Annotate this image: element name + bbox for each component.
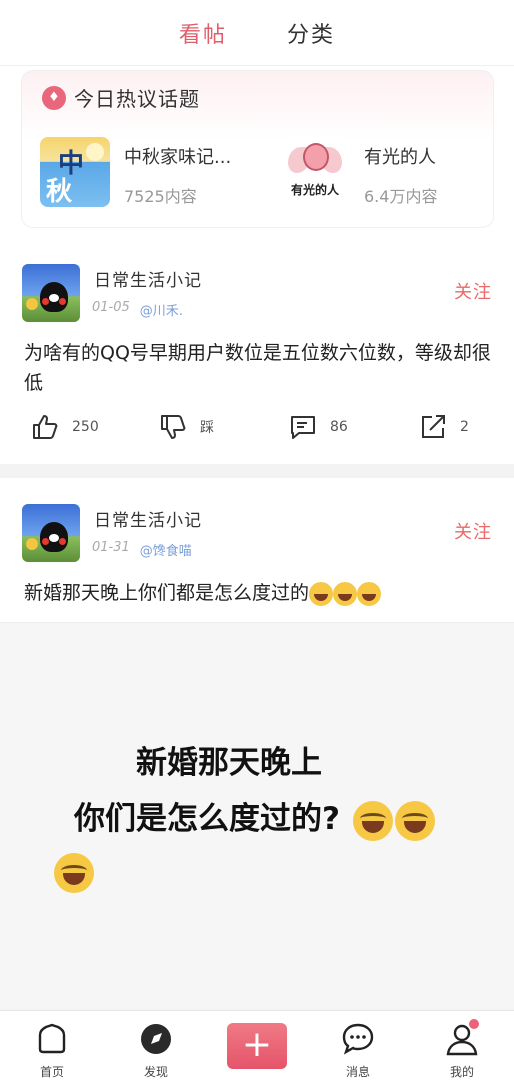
post-date: 01-31: [92, 540, 130, 555]
hot-topics-header: ♦ 今日热议话题: [42, 83, 200, 112]
laugh-cry-emoji-icon: [357, 581, 382, 606]
like-button[interactable]: 250: [30, 412, 99, 442]
post-date: 01-05: [92, 300, 130, 315]
follow-button[interactable]: 关注: [454, 278, 492, 304]
nav-label: 发现: [143, 1065, 168, 1079]
author-name[interactable]: 日常生活小记: [94, 506, 202, 531]
topic-thumbnail: 中 秋: [40, 137, 110, 207]
mention-link[interactable]: @馋食喵: [140, 540, 192, 559]
tab-posts[interactable]: 看帖: [179, 17, 227, 49]
post-text[interactable]: 新婚那天晚上你们都是怎么度过的: [24, 578, 494, 608]
image-emoji: [52, 853, 94, 893]
post-image[interactable]: 新婚那天晚上 你们是怎么度过的?: [0, 622, 514, 1010]
nav-label: 首页: [39, 1065, 64, 1079]
hot-topics-title: 今日热议话题: [74, 87, 200, 111]
laugh-cry-emoji-icon: [352, 800, 393, 841]
thumbs-down-icon: [161, 415, 186, 439]
laugh-cry-emoji-icon: [394, 800, 435, 841]
like-count: 250: [72, 419, 99, 435]
topic-count: 7525内容: [124, 187, 197, 206]
compass-icon: [141, 1024, 171, 1054]
laugh-cry-emoji-icon: [54, 853, 94, 893]
home-icon: [38, 1023, 66, 1054]
nav-discover[interactable]: 发现: [121, 1011, 191, 1080]
topic-item-mid-autumn[interactable]: 中 秋 中秋家味记... 7525内容: [40, 137, 231, 207]
post-text-content: 新婚那天晚上你们都是怎么度过的: [24, 582, 310, 604]
comment-count: 86: [330, 419, 348, 435]
image-caption-text: 你们是怎么度过的?: [74, 801, 340, 837]
topic-name: 中秋家味记...: [124, 147, 232, 168]
share-icon: [422, 415, 445, 438]
publish-button[interactable]: +: [227, 1023, 287, 1069]
notification-dot: [469, 1019, 479, 1029]
share-count: 2: [460, 419, 469, 435]
bear-icon: [40, 522, 68, 552]
thumb-text: 有光的人: [290, 183, 339, 197]
message-icon: [342, 1023, 374, 1055]
image-caption-line: 新婚那天晚上: [136, 745, 322, 781]
author-name[interactable]: 日常生活小记: [94, 266, 202, 291]
post-divider: [0, 464, 514, 478]
bear-icon: [40, 282, 68, 312]
nav-messages[interactable]: 消息: [323, 1011, 393, 1080]
moon-icon: [86, 143, 104, 161]
comment-button[interactable]: 86: [288, 412, 348, 442]
share-button[interactable]: 2: [418, 412, 469, 442]
nav-home[interactable]: 首页: [17, 1011, 87, 1080]
top-tab-bar: 看帖 分类: [0, 0, 514, 66]
dislike-button[interactable]: 踩: [158, 412, 214, 442]
nav-label: 消息: [345, 1065, 370, 1079]
post-meta: 01-31 @馋食喵: [92, 540, 192, 559]
post-text[interactable]: 为啥有的QQ号早期用户数位是五位数六位数，等级却很低: [24, 338, 494, 398]
topic-item-people-with-light[interactable]: 有光的人 有光的人 6.4万内容: [280, 137, 437, 207]
hot-topics-card: ♦ 今日热议话题 中 秋 中秋家味记... 7525内容 有光的人 有光的人 6…: [21, 70, 494, 228]
avatar[interactable]: [22, 504, 80, 562]
post-card[interactable]: 日常生活小记 01-05 @川禾. 关注 为啥有的QQ号早期用户数位是五位数六位…: [0, 248, 514, 464]
laugh-cry-emoji-icon: [333, 581, 358, 606]
fire-icon: ♦: [42, 85, 66, 110]
post-meta: 01-05 @川禾.: [92, 300, 183, 319]
thumb-text: 秋: [46, 177, 73, 207]
mention-link[interactable]: @川禾.: [140, 300, 183, 319]
post-card[interactable]: 日常生活小记 01-31 @馋食喵 关注 新婚那天晚上你们都是怎么度过的 新婚那…: [0, 488, 514, 1080]
sunflower-icon: [26, 538, 38, 550]
topic-count: 6.4万内容: [364, 187, 438, 206]
dislike-label: 踩: [200, 420, 214, 436]
laugh-cry-emoji-icon: [309, 581, 334, 606]
follow-button[interactable]: 关注: [454, 518, 492, 544]
avatar[interactable]: [22, 264, 80, 322]
image-caption-line: 你们是怎么度过的?: [74, 793, 435, 841]
nav-label: 我的: [449, 1065, 474, 1079]
bottom-nav-bar: 首页 发现 + 消息 我的: [0, 1010, 514, 1080]
sunflower-icon: [26, 298, 38, 310]
post-actions: 250 踩 86 2: [0, 412, 514, 448]
thumbs-up-icon: [33, 415, 58, 439]
plus-icon: +: [241, 1024, 273, 1065]
nav-profile[interactable]: 我的: [427, 1011, 497, 1080]
tab-categories[interactable]: 分类: [287, 17, 335, 49]
topic-thumbnail: 有光的人: [280, 137, 350, 207]
topic-name: 有光的人: [364, 147, 436, 168]
comment-icon: [291, 416, 315, 439]
mascot-icon: [303, 143, 329, 171]
